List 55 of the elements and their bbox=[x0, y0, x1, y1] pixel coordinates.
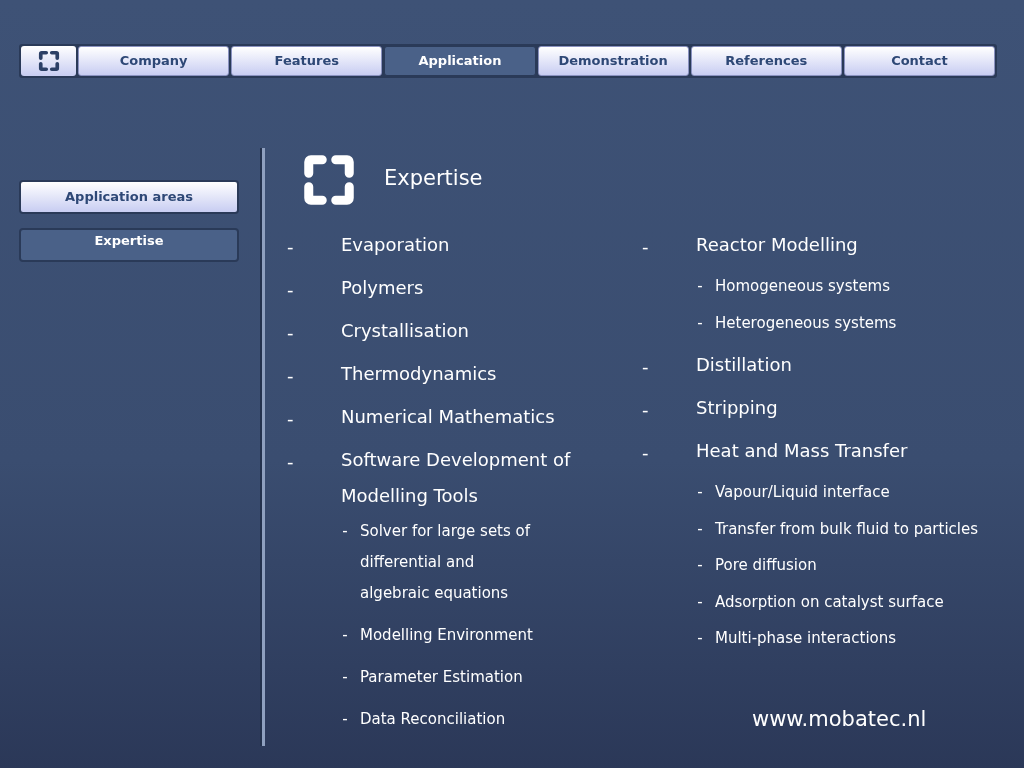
list-item-text: Thermodynamics bbox=[341, 362, 498, 386]
bullet-dash: - bbox=[641, 398, 650, 422]
bullet-dash: - bbox=[286, 278, 295, 302]
bullet-dash: - bbox=[286, 450, 295, 474]
list-item-text: Pore diffusion bbox=[715, 555, 817, 576]
bullet-dash: - bbox=[696, 591, 704, 613]
list-item-text: Numerical Mathematics bbox=[341, 405, 556, 429]
bullet-dash: - bbox=[696, 555, 704, 576]
bullet-dash: - bbox=[341, 667, 349, 688]
bullet-dash: - bbox=[286, 321, 295, 345]
list-item-text: Data Reconciliation bbox=[360, 709, 507, 730]
nav-tab[interactable]: References bbox=[690, 46, 842, 76]
list-item-text: Stripping bbox=[696, 396, 779, 420]
logo-icon bbox=[302, 153, 356, 207]
nav-tab[interactable]: Contact bbox=[843, 46, 996, 76]
bullet-dash: - bbox=[341, 709, 349, 730]
list-item-text: Adsorption on catalyst surface bbox=[715, 591, 944, 613]
list-item-text: Vapour/Liquid interface bbox=[715, 482, 890, 503]
logo-button[interactable] bbox=[21, 46, 76, 76]
list-item-text: Polymers bbox=[341, 276, 425, 300]
bullet-dash: - bbox=[696, 482, 704, 503]
logo-icon bbox=[37, 50, 60, 72]
page-title: Expertise bbox=[384, 165, 483, 192]
nav-tab[interactable]: Company bbox=[78, 46, 230, 76]
nav-tab[interactable]: Application bbox=[384, 46, 536, 76]
list-item-text: Parameter Estimation bbox=[360, 667, 524, 688]
nav-tab[interactable]: Demonstration bbox=[537, 46, 689, 76]
bullet-dash: - bbox=[696, 518, 704, 540]
list-item-text: Heat and Mass Transfer bbox=[696, 439, 909, 463]
bullet-dash: - bbox=[696, 312, 704, 334]
list-item-text: Transfer from bulk fluid to particles bbox=[715, 518, 979, 540]
bullet-dash: - bbox=[286, 407, 295, 431]
sidebar-item[interactable]: Expertise bbox=[19, 228, 239, 262]
bullet-dash: - bbox=[286, 235, 295, 259]
list-item-text: Software Development of Modelling Tools bbox=[341, 448, 571, 508]
bullet-dash: - bbox=[641, 355, 650, 379]
bullet-dash: - bbox=[696, 276, 704, 297]
list-item-text: Homogeneous systems bbox=[715, 276, 891, 297]
bullet-dash: - bbox=[341, 521, 349, 542]
list-item-text: Crystallisation bbox=[341, 319, 470, 343]
website-url: www.mobatec.nl bbox=[752, 706, 927, 733]
list-item-text: Distillation bbox=[696, 353, 793, 377]
list-item-text: Reactor Modelling bbox=[696, 233, 859, 257]
list-item-text: Heterogeneous systems bbox=[715, 312, 897, 334]
bullet-dash: - bbox=[341, 625, 349, 646]
list-item-text: Solver for large sets of differential and algebraic equations bbox=[360, 521, 532, 604]
bullet-dash: - bbox=[696, 628, 704, 649]
bullet-dash: - bbox=[641, 441, 650, 465]
bullet-dash: - bbox=[286, 364, 295, 388]
list-item-text: Evaporation bbox=[341, 233, 451, 257]
bullet-dash: - bbox=[641, 235, 650, 259]
sidebar-item[interactable]: Application areas bbox=[19, 180, 239, 214]
nav-tab[interactable]: Features bbox=[231, 46, 383, 76]
list-item-text: Multi-phase interactions bbox=[715, 628, 897, 649]
list-item-text: Modelling Environment bbox=[360, 625, 534, 646]
